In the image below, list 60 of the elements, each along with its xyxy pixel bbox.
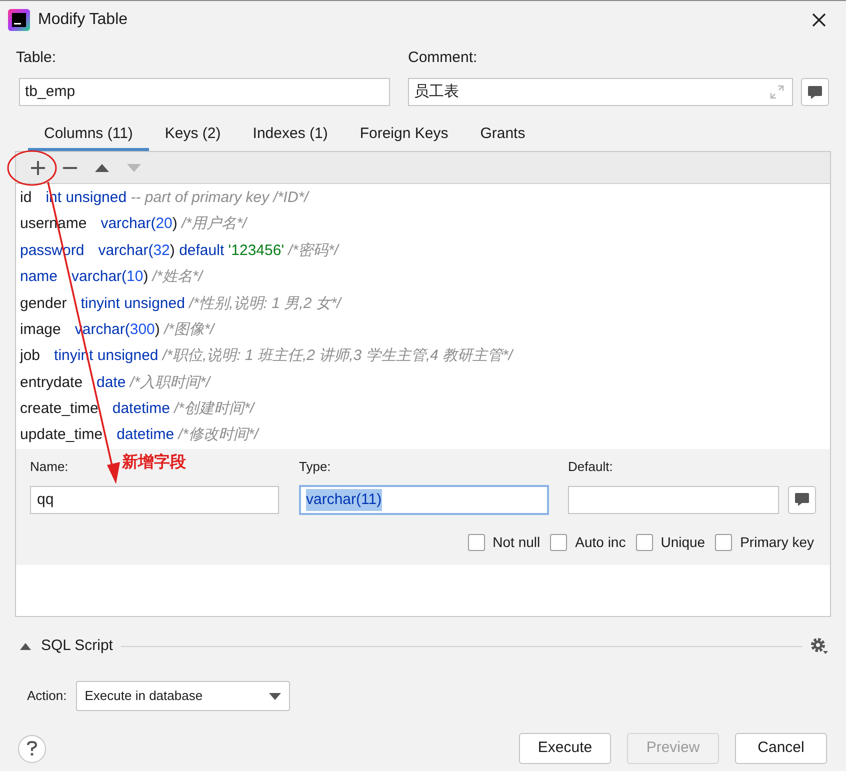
tab[interactable]: Indexes (1) [236, 120, 344, 151]
checkbox[interactable] [550, 534, 568, 551]
column-definition: datetime /*修改时间*/ [116, 425, 258, 446]
column-definition: tinyint unsigned /*性别,说明: 1 男,2 女*/ [80, 294, 341, 314]
type-field[interactable]: varchar(11) [299, 484, 549, 515]
dropdown-caret-icon [268, 692, 281, 700]
column-name[interactable]: job [20, 345, 40, 368]
column-name[interactable]: id [20, 186, 32, 210]
column-name[interactable]: gender [20, 292, 67, 315]
column-name[interactable]: name [20, 266, 58, 289]
checkbox[interactable] [468, 534, 485, 551]
column-definition: varchar(32) default '123456' /*密码*/ [98, 240, 338, 261]
tab[interactable]: Foreign Keys [344, 120, 464, 151]
action-dropdown[interactable]: Execute in database [76, 681, 290, 711]
dialog-button[interactable]: Execute [519, 733, 611, 764]
annotation-text: 新增字段 [122, 452, 186, 473]
column-name[interactable]: image [20, 318, 61, 342]
tab[interactable]: Keys (2) [148, 120, 237, 151]
help-icon [27, 741, 37, 756]
section-title[interactable]: SQL Script [41, 634, 113, 658]
add-icon[interactable] [31, 160, 45, 174]
annotation-circle [7, 150, 57, 186]
checkbox[interactable] [715, 534, 732, 551]
checkbox-label: Primary key [740, 532, 814, 552]
field-label: Default: [568, 458, 613, 474]
column-name[interactable]: create_time [20, 398, 98, 421]
window-title: Modify Table [38, 10, 128, 30]
checkbox-label: Unique [660, 532, 706, 552]
selected-text: varchar(11) [306, 488, 382, 512]
column-definition: varchar(10) /*姓名*/ [72, 267, 202, 288]
close-icon[interactable] [812, 12, 826, 26]
column-definition: datetime /*创建时间*/ [112, 399, 254, 420]
column-name[interactable]: update_time [20, 424, 103, 447]
app-logo-icon [8, 8, 30, 30]
move-up-icon[interactable] [95, 164, 109, 172]
field-label: Action: [27, 687, 67, 706]
default-field[interactable] [568, 486, 779, 514]
checkbox-label: Not null [492, 532, 540, 552]
field-label: Name: [30, 458, 68, 474]
checkbox[interactable] [636, 534, 653, 551]
comment-button[interactable] [788, 486, 816, 514]
column-definition: varchar(20) /*用户名*/ [100, 214, 247, 234]
field-label: Comment: [408, 48, 478, 67]
comment-text: 员工表 [414, 82, 460, 102]
speech-bubble-icon [794, 492, 810, 508]
gear-icon[interactable] [810, 637, 828, 655]
tab[interactable]: Grants [464, 120, 542, 151]
comment-field[interactable]: 员工表 [408, 78, 793, 106]
table-name-field[interactable]: tb_emp [19, 78, 390, 106]
column-definition: date /*入职时间*/ [96, 372, 210, 393]
column-name[interactable]: entrydate [20, 372, 83, 394]
comment-button[interactable] [801, 78, 829, 106]
field-label: Table: [16, 48, 58, 67]
name-field[interactable]: qq [30, 486, 279, 514]
checkbox-label: Auto inc [575, 532, 626, 552]
collapse-arrow-icon[interactable] [20, 642, 31, 650]
help-button[interactable] [18, 734, 46, 762]
field-label: Type: [299, 458, 331, 474]
speech-bubble-icon [807, 84, 823, 100]
dialog-button[interactable]: Cancel [735, 733, 827, 764]
